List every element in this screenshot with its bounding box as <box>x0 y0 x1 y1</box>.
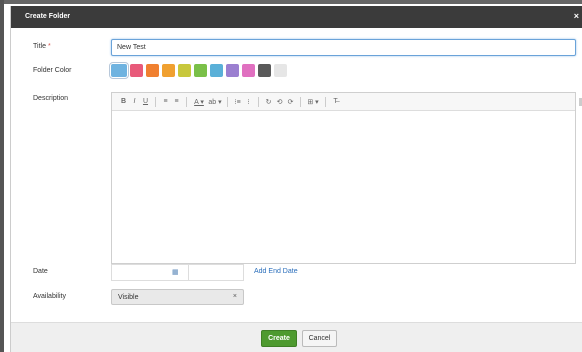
folder-color-swatch[interactable] <box>194 64 207 77</box>
calendar-icon[interactable]: ▦ <box>172 268 179 276</box>
folder-color-label: Folder Color <box>33 67 72 74</box>
editor-toolbar: B I U ≡ ≡ A ▾ ab ▾ ⁝≡ ⁝ ↻ ⟲ ⟳ ⊞ ▾ T̶ <box>112 93 575 111</box>
underline-button[interactable]: U <box>140 98 151 105</box>
dialog-title: Create Folder <box>25 13 71 20</box>
toolbar-divider <box>155 96 156 107</box>
close-icon[interactable]: × <box>574 11 579 21</box>
clear-format-button[interactable]: T̶ <box>330 98 341 105</box>
image-button[interactable]: ⟲ <box>274 98 285 106</box>
window-frame-left <box>0 0 4 352</box>
highlight-button[interactable]: ab ▾ <box>207 98 223 106</box>
folder-color-swatch[interactable] <box>210 64 223 77</box>
dialog-titlebar: Create Folder × <box>11 6 582 28</box>
folder-color-swatch[interactable] <box>274 64 287 77</box>
description-textarea[interactable] <box>112 112 575 263</box>
folder-color-swatch[interactable] <box>242 64 255 77</box>
toolbar-divider <box>300 96 301 107</box>
title-label-text: Title <box>33 43 46 50</box>
folder-color-swatch[interactable] <box>178 64 191 77</box>
description-editor: B I U ≡ ≡ A ▾ ab ▾ ⁝≡ ⁝ ↻ ⟲ ⟳ ⊞ ▾ T̶ <box>111 92 576 264</box>
folder-color-picker <box>109 62 287 80</box>
availability-value: Visible <box>118 294 139 301</box>
required-mark: * <box>47 43 51 50</box>
bold-button[interactable]: B <box>118 98 129 105</box>
align-left-button[interactable]: ≡ <box>160 98 171 105</box>
window-frame-top <box>0 0 582 4</box>
title-input[interactable] <box>111 39 576 56</box>
folder-color-swatch[interactable] <box>162 64 175 77</box>
availability-label: Availability <box>33 293 66 300</box>
folder-color-swatch[interactable] <box>226 64 239 77</box>
clear-selection-icon[interactable]: × <box>233 293 237 300</box>
toolbar-divider <box>227 96 228 107</box>
italic-button[interactable]: I <box>129 98 140 105</box>
toolbar-divider <box>186 96 187 107</box>
align-right-button[interactable]: ≡ <box>171 98 182 105</box>
dialog-footer: Create Cancel <box>11 322 582 352</box>
toolbar-divider <box>325 96 326 107</box>
date-label: Date <box>33 268 48 275</box>
cancel-button[interactable]: Cancel <box>302 330 337 347</box>
folder-color-swatch[interactable] <box>130 64 143 77</box>
folder-color-swatch[interactable] <box>146 64 159 77</box>
font-color-button[interactable]: A ▾ <box>191 98 207 106</box>
more-options-button[interactable]: ⊞ ▾ <box>305 98 321 106</box>
create-button[interactable]: Create <box>261 330 297 347</box>
link-button[interactable]: ↻ <box>263 98 274 106</box>
date-field-divider <box>188 265 189 280</box>
folder-color-swatch[interactable] <box>258 64 271 77</box>
date-field[interactable]: ▦ <box>111 264 244 281</box>
add-end-date-link[interactable]: Add End Date <box>254 268 298 275</box>
description-label: Description <box>33 95 69 102</box>
create-folder-dialog: Create Folder × Title* Folder Color Desc… <box>10 6 582 352</box>
availability-select[interactable]: Visible × <box>111 289 244 305</box>
title-label: Title * <box>33 43 51 50</box>
toolbar-divider <box>258 96 259 107</box>
table-button[interactable]: ⟳ <box>285 98 296 106</box>
folder-color-swatch[interactable] <box>109 62 129 79</box>
unordered-list-button[interactable]: ⁝ <box>243 98 254 106</box>
ordered-list-button[interactable]: ⁝≡ <box>232 98 243 106</box>
